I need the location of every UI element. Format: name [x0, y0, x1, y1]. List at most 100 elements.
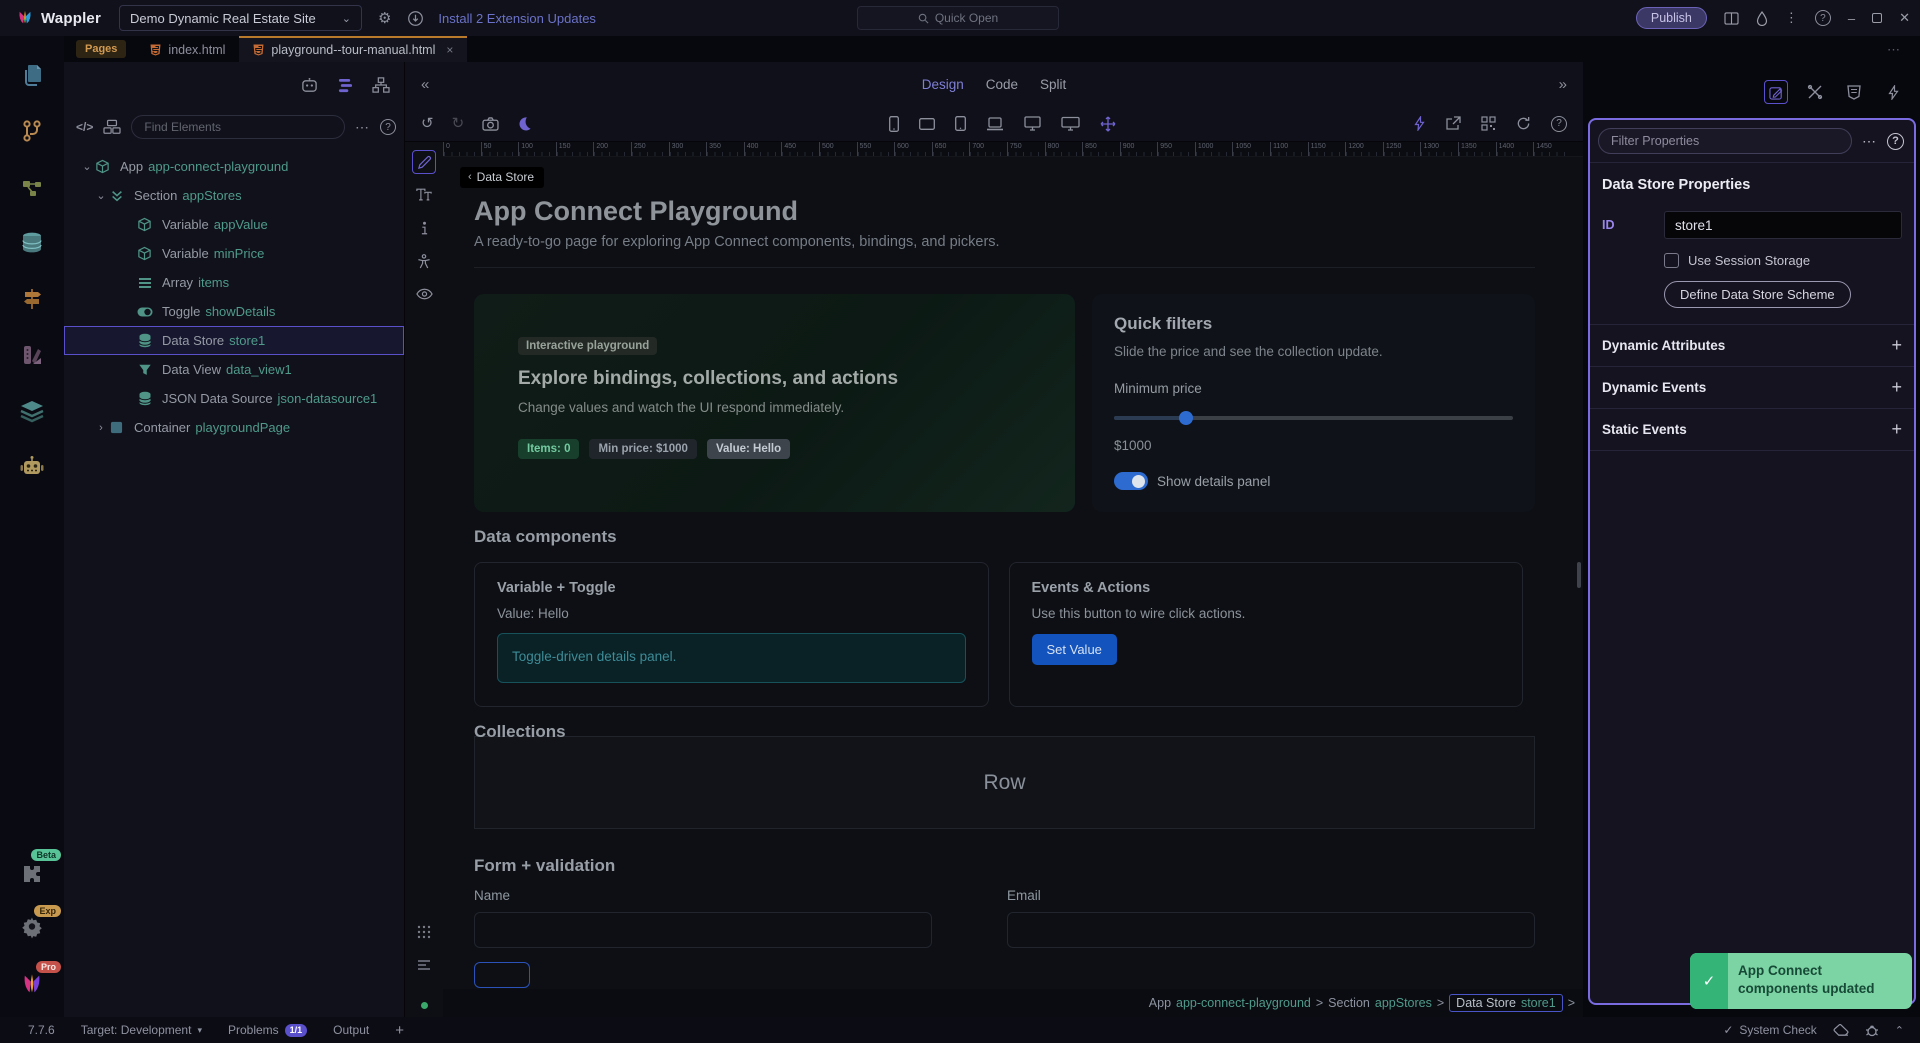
undo-icon[interactable]: ↺: [421, 116, 434, 131]
expander-icon[interactable]: ⌄: [80, 160, 94, 173]
edit-pencil-icon[interactable]: [412, 150, 436, 174]
quick-filters-card[interactable]: Quick filters Slide the price and see th…: [1092, 294, 1535, 512]
file-tab[interactable]: index.html: [136, 36, 239, 62]
publish-button[interactable]: Publish: [1635, 7, 1707, 29]
preview-qr-icon[interactable]: [1481, 116, 1496, 131]
open-in-browser-icon[interactable]: [1445, 116, 1461, 131]
screenshot-camera-icon[interactable]: [482, 116, 499, 131]
ai-robot-icon[interactable]: [15, 450, 49, 484]
add-plus-icon[interactable]: +: [1891, 335, 1902, 356]
tree-item[interactable]: Array items: [64, 268, 404, 297]
quick-open-search[interactable]: Quick Open: [857, 6, 1059, 30]
events-bolt-icon[interactable]: [1881, 80, 1905, 104]
property-section-row[interactable]: Dynamic Attributes +: [1590, 325, 1914, 367]
property-section-row[interactable]: Static Events +: [1590, 409, 1914, 451]
tree-item[interactable]: › Container playgroundPage: [64, 413, 404, 442]
experimental-settings-icon[interactable]: Exp: [15, 905, 61, 945]
close-button[interactable]: ✕: [1899, 10, 1910, 26]
tree-item[interactable]: Data Store store1: [64, 326, 404, 355]
device-laptop-icon[interactable]: [986, 116, 1004, 131]
add-plus-icon[interactable]: +: [1891, 377, 1902, 398]
code-view-icon[interactable]: </>: [76, 120, 93, 134]
pages-tab[interactable]: Pages: [76, 40, 127, 58]
expander-icon[interactable]: ⌄: [94, 189, 108, 202]
refresh-icon[interactable]: [1516, 116, 1531, 131]
info-icon[interactable]: [412, 216, 436, 240]
price-slider[interactable]: [1114, 411, 1513, 425]
tree-view-icon[interactable]: [372, 77, 390, 93]
tree-item[interactable]: ⌄ Section appStores: [64, 181, 404, 210]
design-palette-icon[interactable]: [15, 338, 49, 372]
clear-eraser-icon[interactable]: [1833, 1023, 1849, 1037]
tree-item[interactable]: JSON Data Source json-datasource1: [64, 384, 404, 413]
accessibility-icon[interactable]: [412, 249, 436, 273]
chevron-up-icon[interactable]: ⌃: [1895, 1024, 1904, 1037]
canvas-scrollbar[interactable]: [1577, 562, 1581, 588]
minimize-button[interactable]: –: [1848, 11, 1855, 26]
id-input[interactable]: [1664, 211, 1902, 239]
more-menu-icon[interactable]: ⋮: [1785, 10, 1798, 26]
actions-bolt-icon[interactable]: [1414, 116, 1425, 131]
expander-icon[interactable]: ›: [94, 422, 108, 434]
expand-right-icon[interactable]: »: [1559, 76, 1567, 93]
target-selector[interactable]: Target: Development ▾: [81, 1023, 202, 1037]
tree-help-icon[interactable]: ?: [380, 119, 396, 135]
output-button[interactable]: Output: [333, 1023, 369, 1037]
layout-panels-icon[interactable]: [1724, 11, 1739, 25]
design-tools-icon[interactable]: [1803, 80, 1827, 104]
file-tab[interactable]: playground--tour-manual.html ×: [239, 36, 468, 62]
git-icon[interactable]: [15, 114, 49, 148]
guides-icon[interactable]: [412, 953, 436, 977]
device-phone-icon[interactable]: [889, 115, 899, 132]
database-icon[interactable]: [15, 226, 49, 260]
grid-dots-icon[interactable]: [412, 920, 436, 944]
ai-assistant-icon[interactable]: [300, 77, 319, 94]
tabstrip-overflow-icon[interactable]: ⋯: [1887, 42, 1902, 58]
outline-list-icon[interactable]: [337, 78, 354, 93]
debug-bug-icon[interactable]: [1865, 1023, 1879, 1038]
device-desktop-icon[interactable]: [1024, 116, 1041, 131]
field-input[interactable]: [474, 912, 932, 948]
close-tab-icon[interactable]: ×: [446, 43, 453, 57]
wappler-pro-icon[interactable]: Pro: [15, 961, 61, 1001]
tree-item[interactable]: Toggle showDetails: [64, 297, 404, 326]
theme-droplet-icon[interactable]: [1756, 10, 1768, 26]
collections-row[interactable]: Row: [474, 736, 1535, 829]
view-mode-tab[interactable]: Split: [1040, 77, 1066, 92]
maximize-button[interactable]: [1872, 13, 1883, 23]
tree-options-icon[interactable]: ⋯: [355, 119, 370, 136]
view-mode-tab[interactable]: Design: [922, 77, 964, 92]
variable-toggle-card[interactable]: Variable + Toggle Value: Hello Toggle-dr…: [474, 562, 989, 707]
workflows-icon[interactable]: [15, 170, 49, 204]
css-shield-icon[interactable]: [1842, 80, 1866, 104]
properties-pencil-icon[interactable]: [1764, 80, 1788, 104]
find-elements-input[interactable]: [131, 115, 345, 139]
toast-notification[interactable]: ✓ App Connect components updated: [1690, 953, 1912, 1009]
settings-gear-icon[interactable]: ⚙: [378, 11, 391, 26]
breadcrumb-item[interactable]: Section appStores: [1328, 996, 1432, 1010]
redo-icon[interactable]: ↻: [452, 116, 465, 131]
tree-item[interactable]: Variable appValue: [64, 210, 404, 239]
tree-item[interactable]: Variable minPrice: [64, 239, 404, 268]
add-plus-icon[interactable]: +: [1891, 419, 1902, 440]
project-selector[interactable]: Demo Dynamic Real Estate Site ⌄: [119, 5, 362, 31]
text-format-icon[interactable]: [412, 183, 436, 207]
hero-card[interactable]: Interactive playground Explore bindings,…: [474, 294, 1075, 512]
define-scheme-button[interactable]: Define Data Store Scheme: [1664, 281, 1851, 308]
panel-help-icon[interactable]: ?: [1887, 132, 1904, 150]
filter-properties-input[interactable]: [1598, 128, 1852, 154]
session-storage-checkbox[interactable]: [1664, 253, 1679, 268]
routes-signpost-icon[interactable]: [15, 282, 49, 316]
device-monitor-icon[interactable]: [1061, 116, 1080, 131]
components-blocks-icon[interactable]: [103, 119, 121, 135]
extension-updates-icon[interactable]: [407, 10, 424, 27]
pages-panel-icon[interactable]: [15, 58, 49, 92]
system-check-button[interactable]: ✓ System Check: [1723, 1023, 1816, 1037]
selected-element-tag[interactable]: ‹ Data Store: [460, 167, 545, 188]
visibility-eye-icon[interactable]: [412, 282, 436, 306]
events-actions-card[interactable]: Events & Actions Use this button to wire…: [1008, 562, 1523, 707]
device-phone-landscape-icon[interactable]: [919, 117, 935, 130]
property-section-row[interactable]: Dynamic Events +: [1590, 367, 1914, 409]
layers-icon[interactable]: [15, 394, 49, 428]
panel-options-icon[interactable]: ⋯: [1862, 133, 1877, 150]
